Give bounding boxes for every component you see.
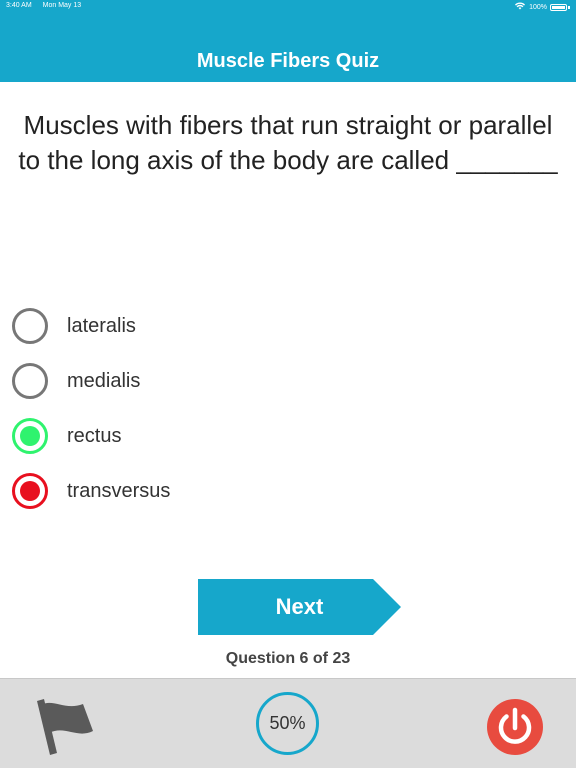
radio-button-incorrect[interactable] (12, 473, 48, 509)
status-time: 3:40 AM (6, 2, 32, 9)
radio-button[interactable] (12, 363, 48, 399)
score-indicator: 50% (256, 692, 319, 755)
question-text: Muscles with fibers that run straight or… (12, 108, 564, 178)
header-bar: 3:40 AM Mon May 13 100% Muscle Fibers Qu… (0, 0, 576, 82)
flag-icon[interactable] (35, 695, 95, 757)
question-line-2: to the long axis of the body are called … (18, 145, 558, 175)
status-date: Mon May 13 (42, 2, 82, 9)
radio-button-correct[interactable] (12, 418, 48, 454)
next-button-label: Next (275, 594, 324, 619)
page-title: Muscle Fibers Quiz (196, 50, 380, 72)
status-bar-right: 100% (515, 2, 570, 12)
battery-icon (550, 3, 567, 11)
option-medialis[interactable]: medialis (12, 361, 140, 401)
option-lateralis[interactable]: lateralis (12, 306, 136, 346)
radio-button[interactable] (12, 308, 48, 344)
option-label: lateralis (67, 314, 136, 337)
question-progress: Question 6 of 23 (225, 650, 351, 667)
bottom-toolbar: 50% (0, 678, 576, 768)
option-label: transversus (67, 479, 171, 502)
option-label: rectus (67, 424, 122, 447)
battery-percent: 100% (529, 3, 547, 11)
quiz-screen: 3:40 AM Mon May 13 100% Muscle Fibers Qu… (0, 0, 576, 768)
option-rectus[interactable]: rectus (12, 416, 121, 456)
power-icon[interactable] (487, 699, 543, 755)
status-bar-left: 3:40 AM Mon May 13 (6, 2, 90, 9)
wifi-icon (515, 2, 526, 12)
option-label: medialis (67, 369, 141, 392)
next-button[interactable]: Next (198, 579, 401, 635)
question-line-1: Muscles with fibers that run straight or… (23, 110, 553, 140)
option-transversus[interactable]: transversus (12, 471, 170, 511)
